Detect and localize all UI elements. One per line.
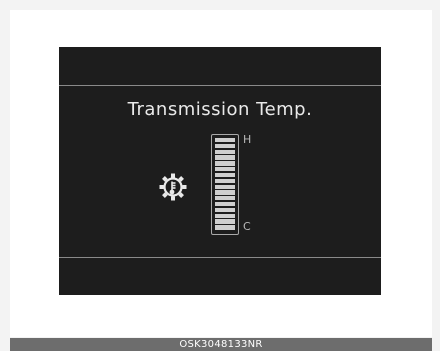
- gauge-segment: [215, 167, 235, 172]
- gauge-segment: [215, 190, 235, 195]
- gauge-segment: [215, 138, 235, 143]
- gauge-segment: [215, 184, 235, 189]
- top-divider: [59, 85, 381, 86]
- gauge-segment: [215, 172, 235, 178]
- gauge-segment: [215, 213, 235, 218]
- gauge-segments: [215, 138, 235, 231]
- warning-title: Transmission Temp.: [127, 99, 313, 120]
- gauge-segment: [215, 161, 235, 166]
- gauge-segment: [215, 207, 235, 213]
- gauge-segment: [215, 178, 235, 183]
- gauge-segment: [215, 219, 235, 224]
- gauge-segment: [215, 155, 235, 160]
- gauge-segment: [215, 143, 235, 149]
- gauge-segment: [215, 201, 235, 207]
- gauge-low-label: C: [243, 220, 251, 233]
- transmission-temperature-icon: [159, 173, 187, 201]
- gauge-high-label: H: [243, 133, 252, 146]
- temperature-gauge: [211, 134, 239, 235]
- gauge-segment: [215, 225, 235, 230]
- bottom-divider: [59, 257, 381, 258]
- gauge-segment: [215, 196, 235, 201]
- figure-code: OSK3048133NR: [10, 338, 432, 351]
- cluster-display: Transmission Temp. H C: [59, 47, 381, 295]
- gauge-segment: [215, 149, 235, 154]
